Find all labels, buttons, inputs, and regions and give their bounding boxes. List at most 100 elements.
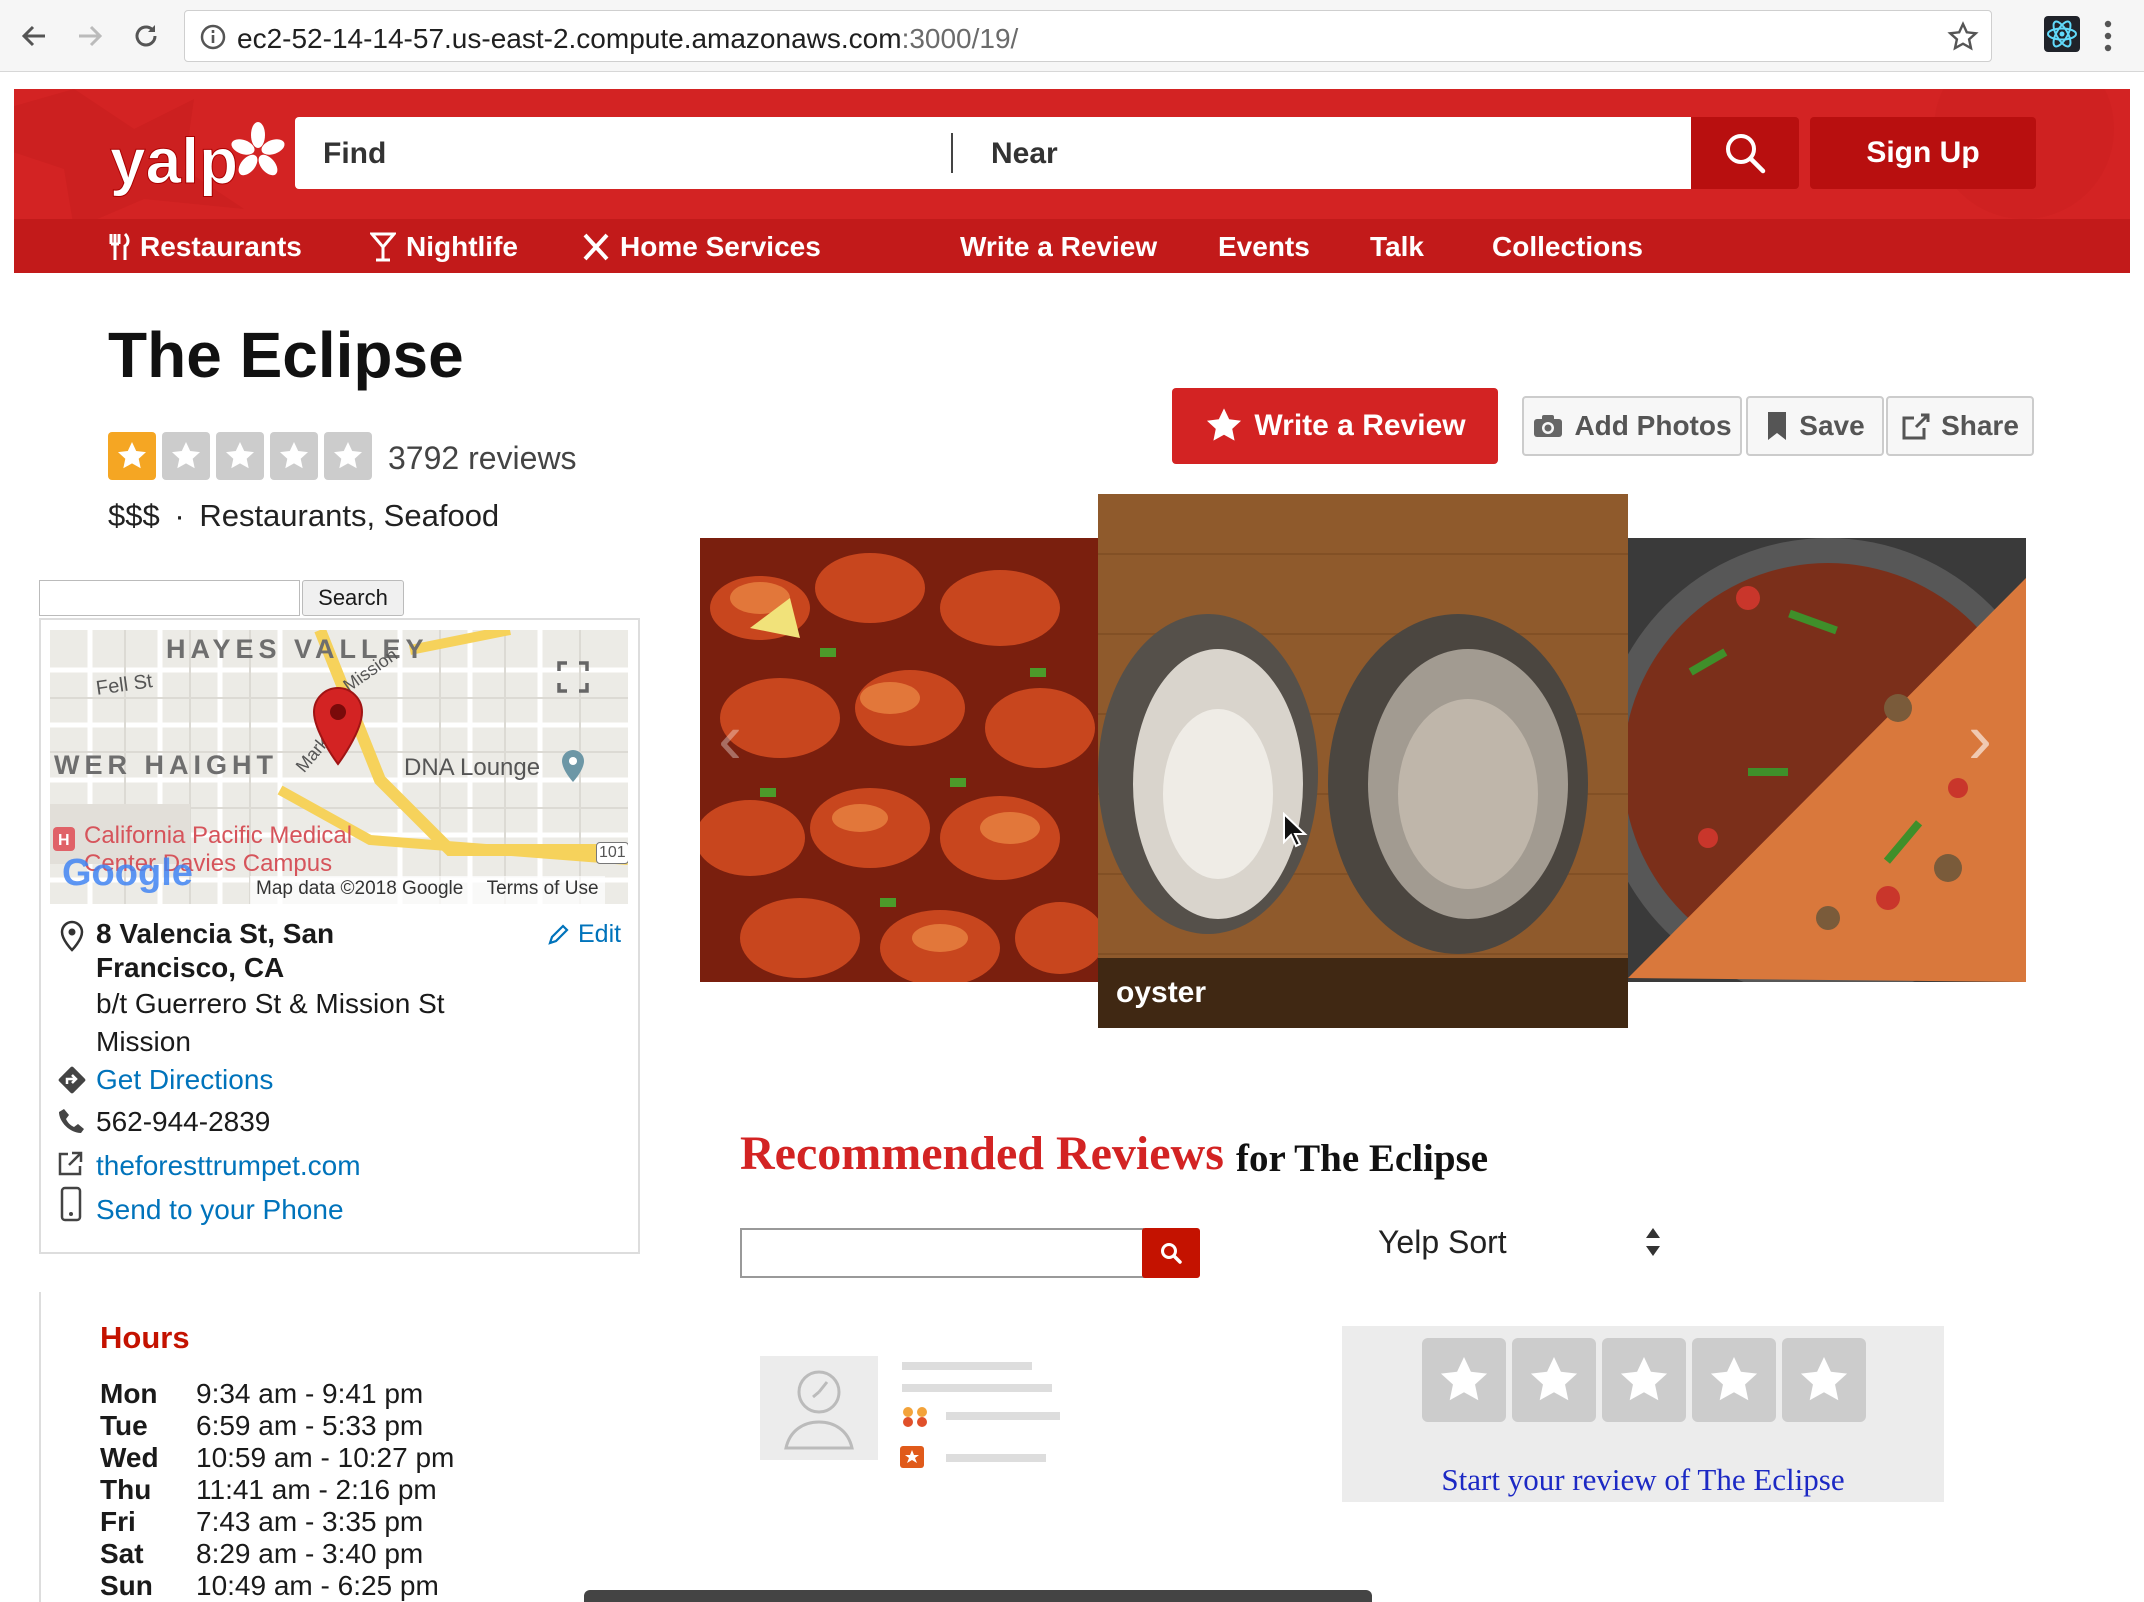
hours-day: Tue	[100, 1410, 148, 1441]
bookmark-star-icon[interactable]	[1947, 21, 1979, 53]
review-sort-select[interactable]: Yelp Sort	[1378, 1214, 1662, 1270]
map-search-button[interactable]: Search	[302, 580, 404, 616]
nav-talk[interactable]: Talk	[1370, 231, 1424, 263]
nav-write-review[interactable]: Write a Review	[960, 231, 1157, 263]
start-review-link[interactable]: Start your review of The Eclipse	[1342, 1462, 1944, 1498]
reviewer-avatar-placeholder	[760, 1356, 878, 1460]
yelp-logo[interactable]: yalp	[106, 113, 296, 201]
browser-menu-icon[interactable]	[2102, 18, 2114, 54]
write-review-label: Write a Review	[1254, 409, 1466, 442]
send-to-phone-link[interactable]: Send to your Phone	[96, 1194, 344, 1226]
map[interactable]: HAYES VALLEY Fell St WER HAIGHT Mission …	[50, 630, 628, 904]
map-route-shield: 101	[596, 842, 628, 864]
business-name: The Eclipse	[108, 319, 464, 391]
svg-text:H: H	[58, 832, 70, 849]
review-star-5-icon[interactable]	[1782, 1338, 1866, 1422]
tools-icon	[583, 233, 609, 261]
forward-icon[interactable]	[68, 14, 112, 58]
address-line-2: Francisco, CA	[96, 952, 285, 983]
map-location-pin-icon[interactable]	[312, 686, 364, 766]
find-input[interactable]: Find	[323, 137, 386, 171]
search-button[interactable]	[1691, 117, 1799, 189]
hours-day: Sat	[100, 1538, 144, 1569]
reload-icon[interactable]	[124, 14, 168, 58]
review-search-input[interactable]	[740, 1228, 1144, 1278]
cross-streets: b/t Guerrero St & Mission St	[96, 988, 445, 1019]
review-count[interactable]: 3792 reviews	[388, 440, 577, 477]
camera-icon	[1534, 415, 1563, 437]
nav-nightlife[interactable]: Nightlife	[370, 231, 518, 263]
rating-star-icon	[270, 432, 318, 480]
map-label-hospital: California Pacific Medical	[84, 822, 353, 849]
hours-day: Mon	[100, 1378, 158, 1409]
save-button[interactable]: Save	[1746, 396, 1884, 456]
map-attribution: Map data ©2018 Google Terms of Use	[250, 876, 605, 904]
google-logo[interactable]: Google	[62, 852, 193, 895]
edit-address-link[interactable]: Edit	[546, 920, 621, 949]
share-label: Share	[1941, 410, 2019, 441]
start-review-box: Start your review of The Eclipse	[1342, 1326, 1944, 1502]
save-label: Save	[1799, 410, 1865, 441]
hospital-icon: H	[53, 827, 75, 851]
photo-prev-arrow[interactable]: ‹	[718, 698, 742, 780]
info-icon[interactable]	[199, 23, 227, 51]
search-icon	[1161, 1243, 1182, 1264]
photo-hotpot[interactable]: ›	[1628, 538, 2026, 982]
nav-home-services[interactable]: Home Services	[582, 231, 821, 263]
share-button[interactable]: Share	[1886, 396, 2034, 456]
address-bar[interactable]: ec2-52-14-14-57.us-east-2.compute.amazon…	[184, 10, 1992, 62]
near-input[interactable]: Near	[991, 137, 1058, 171]
phone-icon	[59, 1109, 84, 1133]
separator-dot: ·	[174, 498, 185, 533]
external-link-icon	[58, 1151, 83, 1176]
share-icon	[1902, 413, 1930, 440]
nav-events[interactable]: Events	[1218, 231, 1310, 263]
mobile-phone-icon	[60, 1186, 82, 1222]
review-star-2-icon[interactable]	[1512, 1338, 1596, 1422]
photo-next-arrow[interactable]: ›	[1968, 698, 1992, 780]
photo-shrimp[interactable]: ‹	[700, 538, 1098, 982]
map-search-input[interactable]	[39, 580, 300, 616]
mouse-cursor-icon	[1283, 812, 1308, 848]
react-devtools-icon[interactable]	[2044, 16, 2080, 52]
nav-restaurants[interactable]: Restaurants	[108, 231, 302, 263]
directions-icon	[58, 1066, 86, 1094]
back-icon[interactable]	[12, 14, 56, 58]
price-range: $$$	[108, 498, 160, 533]
review-star-1-icon[interactable]	[1422, 1338, 1506, 1422]
hours-day: Fri	[100, 1506, 136, 1537]
map-data-text: Map data ©2018 Google	[256, 878, 464, 899]
map-terms-link[interactable]: Terms of Use	[487, 878, 599, 899]
get-directions-link[interactable]: Get Directions	[96, 1064, 273, 1096]
review-search-button[interactable]	[1142, 1228, 1200, 1278]
fullscreen-icon[interactable]	[556, 660, 590, 694]
hours-time: 10:59 am - 10:27 pm	[196, 1442, 455, 1473]
rating-star-icon	[108, 432, 156, 480]
nav-collections[interactable]: Collections	[1492, 231, 1643, 263]
rating-star-icon	[162, 432, 210, 480]
hours-time: 6:59 am - 5:33 pm	[196, 1410, 424, 1441]
recommended-reviews-heading: Recommended Reviews	[740, 1127, 1224, 1180]
review-star-4-icon[interactable]	[1692, 1338, 1776, 1422]
website-link[interactable]: theforesttrumpet.com	[96, 1150, 361, 1182]
review-placeholder-lines	[900, 1362, 1060, 1468]
address-line-1: 8 Valencia St, San	[96, 918, 335, 949]
search-form[interactable]: Find Near	[295, 117, 1691, 189]
hours-time: 9:34 am - 9:41 pm	[196, 1378, 424, 1409]
header-top-bar: yalp Find Near Sign Up	[14, 89, 2130, 219]
sign-up-button[interactable]: Sign Up	[1810, 117, 2036, 189]
bookmark-icon	[1768, 412, 1787, 440]
rating-stars	[108, 432, 372, 480]
neighborhood: Mission	[96, 1026, 191, 1057]
add-photos-button[interactable]: Add Photos	[1522, 396, 1742, 456]
browser-toolbar: ec2-52-14-14-57.us-east-2.compute.amazon…	[0, 0, 2144, 72]
hours-time: 10:49 am - 6:25 pm	[196, 1570, 439, 1601]
hours-title: Hours	[100, 1320, 190, 1355]
categories[interactable]: Restaurants, Seafood	[199, 498, 499, 533]
photo-oyster[interactable]	[1098, 494, 1628, 1028]
sort-selected-value: Yelp Sort	[1378, 1223, 1507, 1260]
nav-home-services-label: Home Services	[620, 231, 821, 262]
review-star-3-icon[interactable]	[1602, 1338, 1686, 1422]
map-poi-pin-icon	[562, 750, 584, 782]
write-review-button[interactable]: Write a Review	[1172, 388, 1498, 464]
